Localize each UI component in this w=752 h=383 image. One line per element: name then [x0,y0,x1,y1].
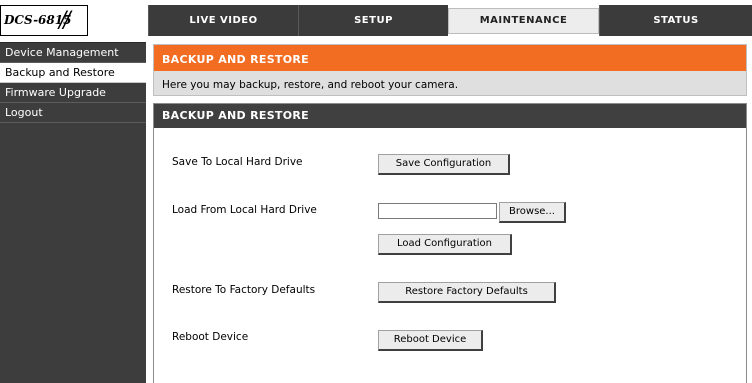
sidebar-item-backup-and-restore[interactable]: Backup and Restore [0,63,146,83]
load-local-label: Load From Local Hard Drive [172,204,317,216]
intro-title: BACKUP AND RESTORE [154,45,746,71]
sidebar-item-device-management[interactable]: Device Management [0,43,146,63]
section-title: BACKUP AND RESTORE [154,104,746,128]
config-file-field[interactable] [378,203,497,219]
main-content: BACKUP AND RESTORE Here you may backup, … [153,44,747,383]
load-configuration-button[interactable]: Load Configuration [378,234,512,255]
sidebar-item-logout[interactable]: Logout [0,103,146,123]
reboot-device-label: Reboot Device [172,331,249,343]
intro-panel: BACKUP AND RESTORE Here you may backup, … [153,44,747,96]
restore-factory-defaults-button[interactable]: Restore Factory Defaults [378,282,556,303]
save-configuration-button[interactable]: Save Configuration [378,154,510,175]
logo-slash-mark: // [59,8,71,33]
restore-defaults-label: Restore To Factory Defaults [172,284,316,296]
browse-button[interactable]: Browse... [499,202,566,223]
intro-description: Here you may backup, restore, and reboot… [162,79,459,91]
top-navigation-bar: DCS-6815 // LIVE VIDEO SETUP MAINTENANCE… [0,0,752,40]
sidebar: Device Management Backup and Restore Fir… [0,42,146,383]
tab-maintenance[interactable]: MAINTENANCE [448,8,599,34]
sidebar-item-firmware-upgrade[interactable]: Firmware Upgrade [0,83,146,103]
backup-restore-panel: BACKUP AND RESTORE Save To Local Hard Dr… [153,103,747,383]
save-local-label: Save To Local Hard Drive [172,156,303,168]
tab-status[interactable]: STATUS [599,5,752,36]
tab-live-video[interactable]: LIVE VIDEO [148,5,298,36]
reboot-device-button[interactable]: Reboot Device [378,330,483,351]
tab-setup[interactable]: SETUP [298,5,448,36]
logo: DCS-6815 // [0,5,88,36]
